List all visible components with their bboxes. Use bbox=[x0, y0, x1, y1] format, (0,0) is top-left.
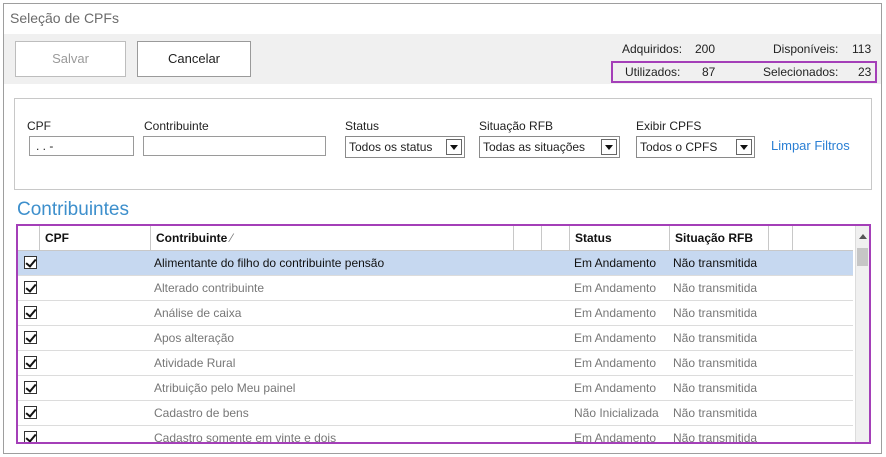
cpf-label: CPF bbox=[27, 119, 51, 133]
cell-status: Em Andamento bbox=[574, 281, 657, 295]
cell-status: Em Andamento bbox=[574, 356, 657, 370]
table-row[interactable]: Alterado contribuinte Em Andamento Não tra… bbox=[18, 276, 853, 301]
table-row[interactable]: Apos alteração Em Andamento Não transmitid… bbox=[18, 326, 853, 351]
utilizados-value: 87 bbox=[702, 65, 716, 79]
header-status[interactable]: Status bbox=[570, 226, 670, 250]
contribuinte-label: Contribuinte bbox=[144, 119, 209, 133]
cpf-input[interactable]: . . - bbox=[29, 136, 134, 156]
adquiridos-label: Adquiridos: bbox=[622, 42, 683, 56]
vertical-scrollbar[interactable] bbox=[855, 226, 869, 442]
cell-status: Em Andamento bbox=[574, 381, 657, 395]
header-cpf[interactable]: CPF bbox=[40, 226, 151, 250]
cell-contribuinte: Análise de caixa bbox=[154, 306, 242, 320]
row-checkbox[interactable] bbox=[24, 431, 37, 442]
row-checkbox[interactable] bbox=[24, 356, 37, 369]
filters-panel: CPF . . - Contribuinte Status Todos os s… bbox=[14, 98, 872, 190]
disponiveis-value: 113 bbox=[852, 42, 872, 56]
status-label: Status bbox=[345, 119, 380, 133]
chevron-down-icon[interactable] bbox=[736, 139, 752, 155]
cell-contribuinte: Alterado contribuinte bbox=[154, 281, 265, 295]
table-row[interactable]: Atividade Rural Em Andamento Não transmiti… bbox=[18, 351, 853, 376]
cell-contribuinte: Atribuição pelo Meu painel bbox=[154, 381, 296, 395]
table-header: CPF Contribuinte ⁄ Status Situação RFB bbox=[18, 226, 853, 251]
row-checkbox[interactable] bbox=[24, 256, 37, 269]
cell-situacao: Não transmitida bbox=[673, 431, 758, 444]
table-row[interactable]: Cadastro de bens Não Inicializada Não tran… bbox=[18, 401, 853, 426]
row-checkbox[interactable] bbox=[24, 406, 37, 419]
contribuintes-table: CPF Contribuinte ⁄ Status Situação RFB A… bbox=[16, 224, 871, 444]
selecionados-label: Selecionados: bbox=[763, 65, 839, 79]
header-contribuinte-label: Contribuinte bbox=[156, 231, 228, 245]
status-select-value: Todos os status bbox=[349, 140, 433, 154]
cancel-button[interactable]: Cancelar bbox=[137, 41, 251, 77]
toolbar: Salvar Cancelar Adquiridos: 200 Disponív… bbox=[4, 34, 881, 84]
status-select[interactable]: Todos os status bbox=[345, 136, 465, 158]
cell-status: Em Andamento bbox=[574, 306, 657, 320]
chevron-down-icon[interactable] bbox=[601, 139, 617, 155]
table-row[interactable]: Atribuição pelo Meu painel Em Andamento Nã… bbox=[18, 376, 853, 401]
cell-contribuinte: Cadastro de bens bbox=[154, 406, 249, 420]
utilizados-label: Utilizados: bbox=[625, 65, 681, 79]
selecionados-value: 23 bbox=[858, 65, 872, 79]
cell-contribuinte: Alimentante do filho do contribuinte pen… bbox=[154, 256, 385, 270]
sort-indicator-icon: ⁄ bbox=[230, 231, 233, 245]
header-empty-3 bbox=[769, 226, 793, 250]
row-checkbox[interactable] bbox=[24, 331, 37, 344]
cell-status: Em Andamento bbox=[574, 431, 657, 444]
chevron-down-icon[interactable] bbox=[446, 139, 462, 155]
table-row[interactable]: Análise de caixa Em Andamento Não transmit… bbox=[18, 301, 853, 326]
row-checkbox[interactable] bbox=[24, 381, 37, 394]
cell-status: Em Andamento bbox=[574, 256, 657, 270]
header-empty-1 bbox=[514, 226, 542, 250]
exibir-select[interactable]: Todos o CPFS bbox=[636, 136, 755, 158]
disponiveis-label: Disponíveis: bbox=[773, 42, 839, 56]
cell-situacao: Não transmitida bbox=[673, 306, 758, 320]
row-checkbox[interactable] bbox=[24, 281, 37, 294]
header-check-column bbox=[18, 226, 40, 250]
exibir-label: Exibir CPFS bbox=[636, 119, 702, 133]
contribuinte-input[interactable] bbox=[143, 136, 326, 156]
cell-situacao: Não transmitida bbox=[673, 356, 758, 370]
save-button[interactable]: Salvar bbox=[15, 41, 126, 77]
header-empty-2 bbox=[542, 226, 570, 250]
cell-situacao: Não transmitida bbox=[673, 331, 758, 345]
cell-status: Não Inicializada bbox=[574, 406, 659, 420]
cell-situacao: Não transmitida bbox=[673, 281, 758, 295]
section-title: Contribuintes bbox=[17, 199, 129, 220]
situacao-label: Situação RFB bbox=[479, 119, 554, 133]
situacao-select-value: Todas as situações bbox=[483, 140, 586, 154]
table-row[interactable]: Alimentante do filho do contribuinte pen… bbox=[18, 251, 853, 276]
clear-filters-link[interactable]: Limpar Filtros bbox=[771, 138, 850, 153]
header-contribuinte[interactable]: Contribuinte ⁄ bbox=[151, 226, 514, 250]
cell-contribuinte: Apos alteração bbox=[154, 331, 235, 345]
cell-contribuinte: Atividade Rural bbox=[154, 356, 236, 370]
exibir-select-value: Todos o CPFS bbox=[640, 140, 718, 154]
row-checkbox[interactable] bbox=[24, 306, 37, 319]
window-title: Seleção de CPFs bbox=[4, 4, 881, 33]
cell-situacao: Não transmitida bbox=[673, 381, 758, 395]
adquiridos-value: 200 bbox=[695, 42, 716, 56]
header-situacao[interactable]: Situação RFB bbox=[670, 226, 769, 250]
situacao-select[interactable]: Todas as situações bbox=[479, 136, 620, 158]
cell-contribuinte: Cadastro somente em vinte e dois bbox=[154, 431, 337, 444]
table-row[interactable]: Cadastro somente em vinte e dois Em Andam… bbox=[18, 426, 853, 444]
scroll-thumb[interactable] bbox=[857, 248, 868, 266]
cell-situacao: Não transmitida bbox=[673, 256, 758, 270]
scroll-up-icon[interactable] bbox=[859, 234, 867, 239]
cell-status: Em Andamento bbox=[574, 331, 657, 345]
cell-situacao: Não transmitida bbox=[673, 406, 758, 420]
